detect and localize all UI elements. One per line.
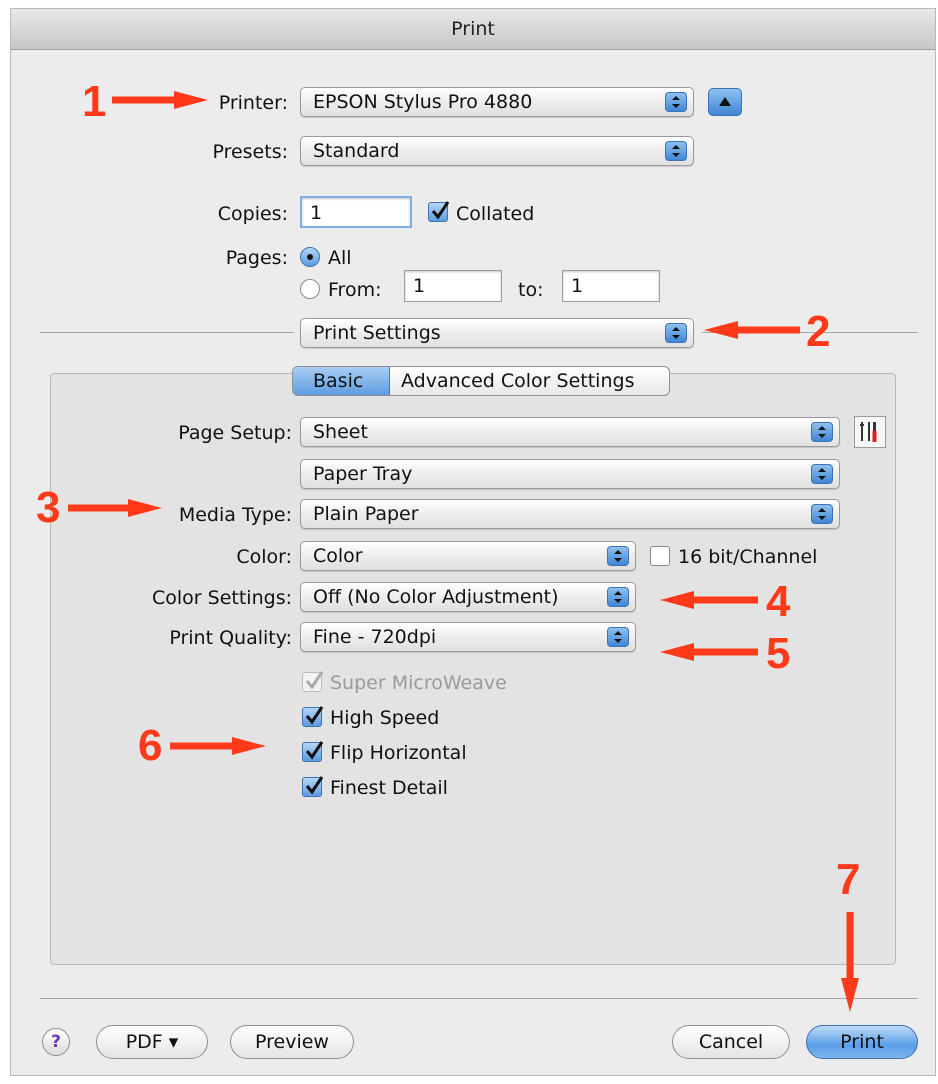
page-setup-label: Page Setup:	[178, 422, 292, 444]
print-button[interactable]: Print	[806, 1025, 918, 1059]
16-bit-label: 16 bit/Channel	[678, 546, 818, 568]
checkmark-icon	[305, 706, 324, 725]
popup-arrows-icon	[607, 587, 629, 607]
pages-from-value: 1	[413, 275, 426, 297]
super-microweave-checkbox	[302, 671, 324, 692]
paper-source-popup[interactable]: Paper Tray	[300, 459, 840, 489]
color-popup[interactable]: Color	[300, 541, 636, 571]
page-setup-popup[interactable]: Sheet	[300, 417, 840, 447]
checkmark-icon	[305, 776, 324, 795]
pages-from-field[interactable]: 1	[404, 270, 502, 302]
popup-arrows-icon	[665, 323, 687, 343]
presets-label: Presets:	[212, 141, 288, 163]
color-settings-popup[interactable]: Off (No Color Adjustment)	[300, 582, 636, 612]
popup-arrows-icon	[607, 627, 629, 647]
window-title: Print	[11, 9, 935, 50]
checkmark-icon	[305, 671, 324, 690]
pages-from-radio[interactable]	[300, 279, 320, 299]
pages-all-label: All	[328, 247, 352, 269]
media-type-value: Plain Paper	[313, 503, 419, 525]
tab-bar: Basic Advanced Color Settings	[292, 366, 670, 396]
popup-arrows-icon	[811, 504, 833, 524]
page-setup-value: Sheet	[313, 421, 368, 443]
pages-all-radio[interactable]	[300, 247, 320, 267]
divider	[40, 332, 294, 333]
annotation-7: 7	[836, 855, 861, 904]
tab-advanced-color-settings[interactable]: Advanced Color Settings	[401, 367, 634, 395]
popup-arrows-icon	[665, 141, 687, 161]
flip-horizontal-checkbox[interactable]	[302, 741, 324, 762]
high-speed-checkbox[interactable]	[302, 706, 324, 727]
popup-arrows-icon	[607, 546, 629, 566]
annotation-1: 1	[82, 77, 107, 126]
pages-to-value: 1	[571, 275, 584, 297]
help-button[interactable]: ?	[42, 1028, 70, 1056]
super-microweave-label: Super MicroWeave	[330, 672, 507, 694]
print-quality-label: Print Quality:	[169, 627, 292, 649]
paper-source-value: Paper Tray	[313, 463, 413, 485]
cancel-button[interactable]: Cancel	[672, 1025, 790, 1059]
color-settings-value: Off (No Color Adjustment)	[313, 586, 559, 608]
flip-horizontal-label: Flip Horizontal	[330, 742, 467, 764]
media-type-label: Media Type:	[178, 504, 292, 526]
printer-value: EPSON Stylus Pro 4880	[313, 91, 533, 113]
annotation-4: 4	[766, 577, 791, 626]
high-speed-label: High Speed	[330, 707, 440, 729]
annotation-5: 5	[766, 629, 791, 678]
media-type-popup[interactable]: Plain Paper	[300, 499, 840, 529]
copies-field[interactable]: 1	[300, 196, 412, 228]
annotation-3: 3	[36, 483, 61, 532]
tools-icon[interactable]	[854, 416, 886, 448]
16-bit-checkbox[interactable]	[650, 546, 670, 566]
copies-label: Copies:	[217, 203, 288, 225]
presets-popup[interactable]: Standard	[300, 136, 694, 166]
collated-checkbox[interactable]	[428, 201, 450, 222]
presets-value: Standard	[313, 140, 400, 162]
checkmark-icon	[305, 741, 324, 760]
print-quality-value: Fine - 720dpi	[313, 626, 437, 648]
color-settings-label: Color Settings:	[152, 587, 292, 609]
popup-arrows-icon	[811, 422, 833, 442]
color-label: Color:	[236, 546, 292, 568]
color-value: Color	[313, 545, 363, 567]
pdf-button[interactable]: PDF ▾	[96, 1025, 208, 1059]
pages-to-label: to:	[518, 279, 544, 301]
section-popup[interactable]: Print Settings	[300, 318, 694, 348]
copies-value: 1	[310, 202, 323, 224]
section-value: Print Settings	[313, 322, 441, 344]
finest-detail-checkbox[interactable]	[302, 776, 324, 797]
annotation-2: 2	[806, 307, 831, 356]
disclosure-button[interactable]	[708, 88, 742, 116]
print-quality-popup[interactable]: Fine - 720dpi	[300, 622, 636, 652]
collated-label: Collated	[456, 203, 535, 225]
finest-detail-label: Finest Detail	[330, 777, 448, 799]
annotation-6: 6	[138, 721, 163, 770]
pages-label: Pages:	[225, 247, 288, 269]
pages-from-label: From:	[328, 279, 382, 301]
triangle-up-icon	[719, 97, 731, 106]
printer-label: Printer:	[218, 92, 288, 114]
printer-popup[interactable]: EPSON Stylus Pro 4880	[300, 87, 694, 117]
footer-divider	[40, 998, 918, 999]
tab-basic-label: Basic	[313, 370, 364, 392]
preview-button[interactable]: Preview	[230, 1025, 354, 1059]
popup-arrows-icon	[811, 464, 833, 484]
pages-to-field[interactable]: 1	[562, 270, 660, 302]
checkmark-icon	[431, 201, 450, 220]
popup-arrows-icon	[665, 92, 687, 112]
